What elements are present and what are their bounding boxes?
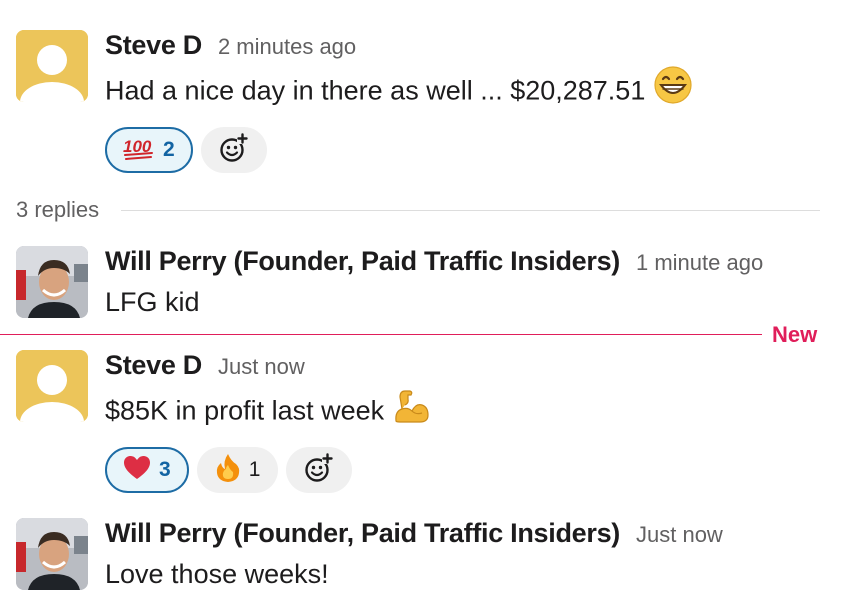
reaction-pill-red-heart[interactable]: 3 [105, 447, 189, 493]
message-text-content: Had a nice day in there as well ... $20,… [105, 75, 646, 106]
grinning-face-icon [653, 65, 693, 114]
message-text: LFG kid [105, 284, 828, 320]
author-name[interactable]: Steve D [105, 350, 202, 381]
author-name[interactable]: Steve D [105, 30, 202, 61]
replies-divider-line [121, 209, 820, 211]
reaction-count: 1 [248, 458, 261, 481]
message-text-content: LFG kid [105, 287, 200, 317]
fire-icon [215, 453, 241, 488]
message-text: $85K in profit last week [105, 388, 828, 437]
add-reaction-button[interactable] [286, 447, 353, 493]
new-messages-divider: New [0, 322, 844, 348]
message-text-content: Love those weeks! [105, 559, 329, 589]
new-messages-label: New [772, 322, 818, 347]
user-photo-avatar[interactable] [16, 518, 88, 590]
reactions-bar: 100 2 [105, 127, 828, 173]
message-text-content: $85K in profit last week [105, 395, 385, 426]
default-avatar-icon[interactable] [16, 350, 88, 422]
author-name[interactable]: Will Perry (Founder, Paid Traffic Inside… [105, 246, 620, 277]
reaction-pill-fire[interactable]: 1 [196, 447, 279, 493]
add-reaction-button[interactable] [200, 127, 267, 173]
user-photo-avatar[interactable] [16, 246, 88, 318]
timestamp[interactable]: 1 minute ago [636, 250, 763, 276]
author-name[interactable]: Will Perry (Founder, Paid Traffic Inside… [105, 518, 620, 549]
reaction-pill-hundred-points[interactable]: 100 2 [105, 127, 193, 173]
timestamp[interactable]: 2 minutes ago [218, 34, 356, 60]
reaction-count: 2 [163, 138, 175, 161]
new-messages-line [0, 334, 762, 335]
add-reaction-icon [218, 132, 250, 169]
default-avatar-icon[interactable] [16, 30, 88, 102]
flexed-biceps-icon [392, 385, 432, 434]
message-text: Love those weeks! [105, 556, 828, 592]
red-heart-icon [123, 455, 151, 486]
reactions-bar: 3 1 [105, 447, 828, 493]
timestamp[interactable]: Just now [636, 522, 723, 548]
replies-divider: 3 replies [16, 196, 820, 224]
reaction-count: 3 [159, 458, 171, 481]
add-reaction-icon [303, 452, 335, 489]
message-thread: Steve D 2 minutes ago Had a nice day in … [0, 0, 844, 612]
replies-count-label[interactable]: 3 replies [16, 197, 99, 223]
hundred-points-icon: 100 [123, 135, 155, 166]
message-text: Had a nice day in there as well ... $20,… [105, 65, 828, 117]
timestamp[interactable]: Just now [218, 354, 305, 380]
